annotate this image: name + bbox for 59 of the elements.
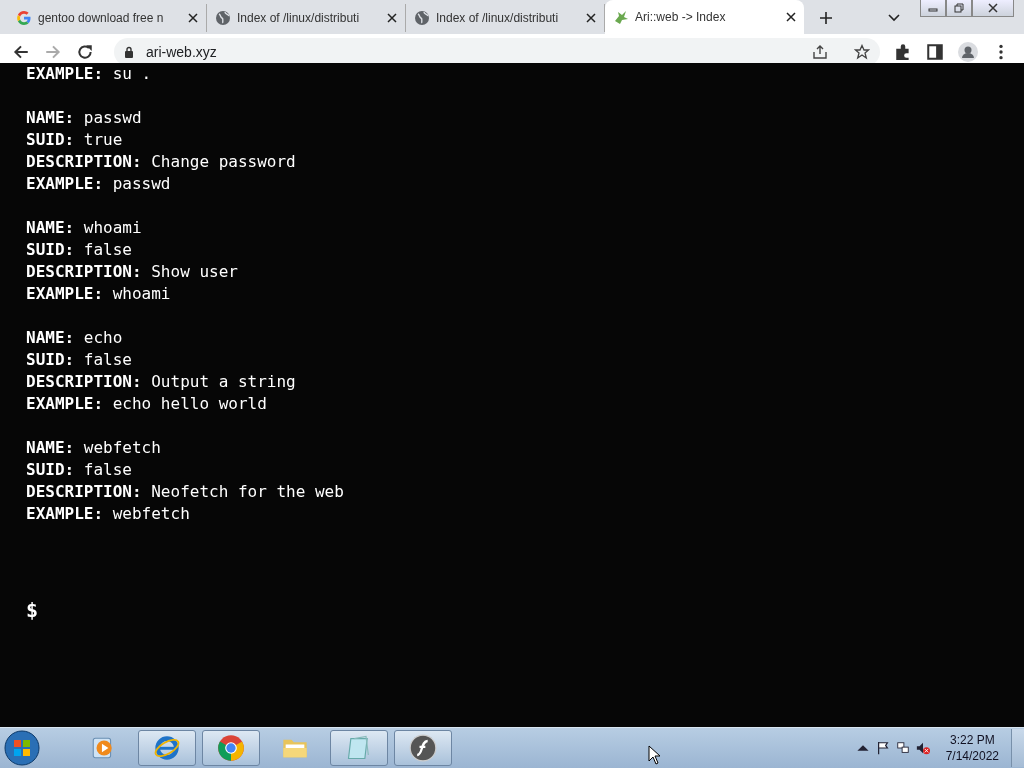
chevron-down-icon[interactable] [888,14,900,22]
terminal-line: NAME: webfetch [26,437,162,459]
close-icon[interactable] [786,12,796,22]
terminal-line: EXAMPLE: whoami [26,283,172,305]
browser-tab[interactable]: Ari::web -> Index [605,0,804,34]
flag-icon[interactable] [875,741,890,755]
star-icon[interactable] [854,44,870,60]
network-icon[interactable] [895,741,910,755]
close-icon[interactable] [586,13,596,23]
restore-button[interactable] [946,0,972,17]
browser-tab[interactable]: Index of /linux/distributi [406,4,605,32]
terminal-line: DESCRIPTION: Neofetch for the web [26,481,345,503]
side-panel-icon[interactable] [926,43,944,61]
ie-app-button[interactable] [138,730,196,766]
minimize-button[interactable] [920,0,946,17]
close-window-button[interactable] [972,0,1014,17]
flash-app-button[interactable] [394,730,452,766]
terminal-line: DESCRIPTION: Change password [26,151,297,173]
browser-e-icon [153,734,181,762]
terminal-line: SUID: false [26,239,133,261]
globe-icon [414,10,430,26]
back-icon[interactable] [12,43,30,61]
browser-tab[interactable]: Index of /linux/distributi [207,4,406,32]
terminal-line: EXAMPLE: passwd [26,173,172,195]
close-icon[interactable] [387,13,397,23]
clock[interactable]: 3:22 PM 7/14/2022 [945,732,999,764]
share-icon[interactable] [812,44,828,60]
terminal-line: SUID: false [26,459,133,481]
terminal-line: NAME: passwd [26,107,143,129]
browser-wheel-icon [217,734,245,762]
profile-avatar-icon[interactable] [958,42,978,62]
flash-icon [409,734,437,762]
restore-icon [954,3,964,13]
new-tab-icon[interactable] [820,12,832,24]
shell-prompt: $ [26,599,40,621]
leaf-icon [613,9,629,25]
reload-icon[interactable] [76,43,94,61]
terminal-line: EXAMPLE: echo hello world [26,393,268,415]
close-icon[interactable] [188,13,198,23]
start-button[interactable] [4,730,40,766]
terminal-line: NAME: whoami [26,217,143,239]
browser-tab[interactable]: gentoo download free n [8,4,207,32]
puzzle-icon[interactable] [894,43,912,61]
mouse-cursor-icon [646,745,661,765]
terminal-line: DESCRIPTION: Output a string [26,371,297,393]
terminal-line: EXAMPLE: webfetch [26,503,191,525]
terminal-line: EXAMPLE: su . [26,63,153,85]
lock-icon [124,46,134,58]
address-bar[interactable]: ari-web.xyz [114,38,880,66]
chrome-app-button[interactable] [202,730,260,766]
globe-icon [215,10,231,26]
terminal-line: DESCRIPTION: Show user [26,261,239,283]
close-icon [988,3,998,13]
terminal-line: SUID: true [26,129,124,151]
google-icon [16,10,32,26]
notepad-app-button[interactable] [330,730,388,766]
speaker-muted-icon[interactable] [915,741,930,755]
terminal-line: NAME: echo [26,327,124,349]
terminal-line: SUID: false [26,349,133,371]
